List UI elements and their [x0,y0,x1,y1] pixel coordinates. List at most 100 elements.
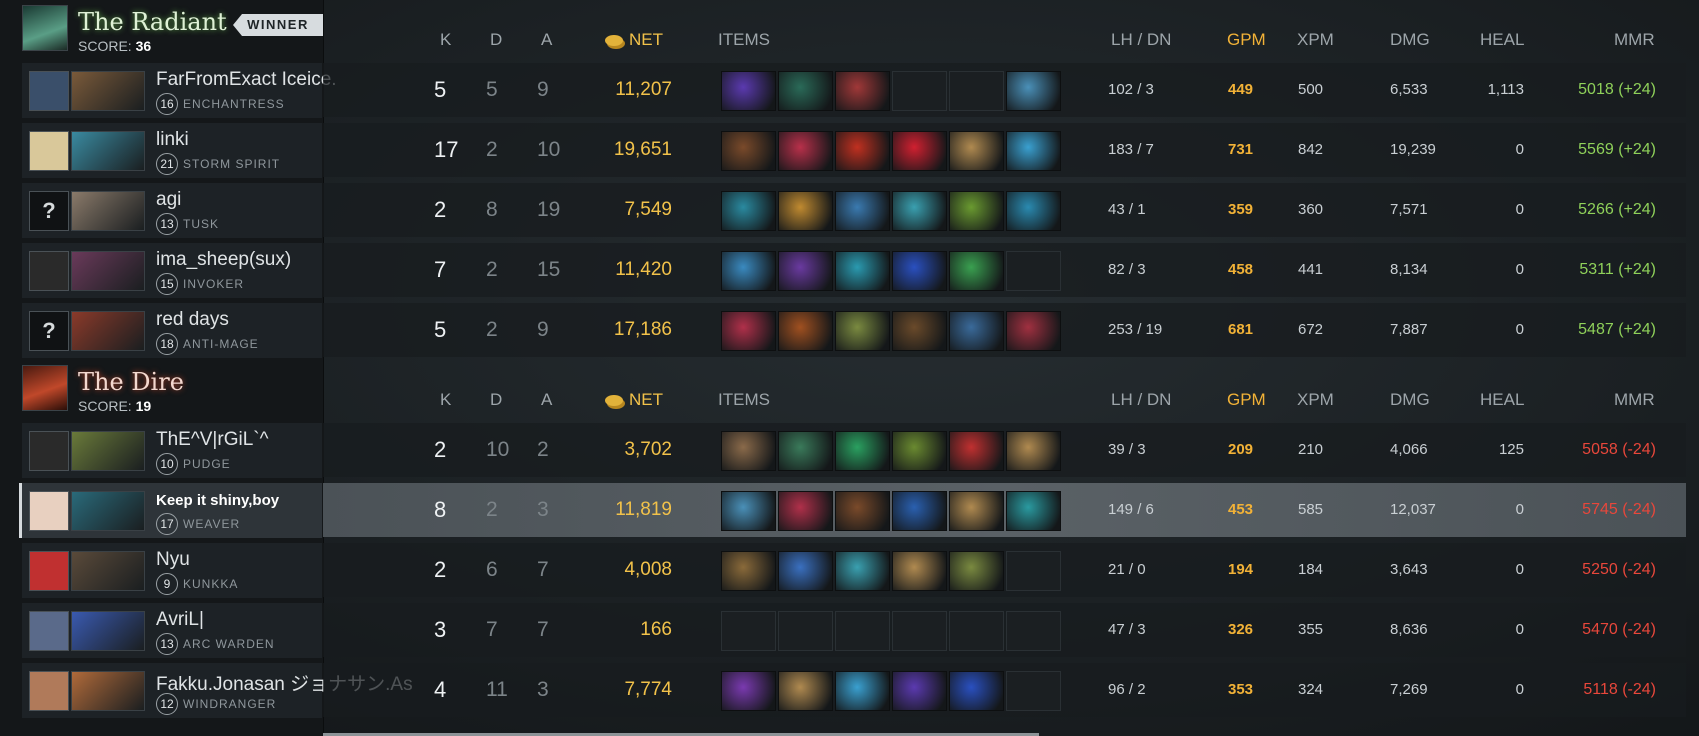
item-slot-icon[interactable] [778,431,833,471]
column-header-k: K [440,30,452,49]
column-header-net: NET [605,390,663,410]
item-slot-icon[interactable] [1006,71,1061,111]
item-slot-icon[interactable] [1006,311,1061,351]
item-slot-icon[interactable] [778,671,833,711]
player-stats-row[interactable]: 2 6 7 4,008 21 / 0 194 184 3,643 0 5250 (-24) [323,543,1686,597]
item-slot-icon[interactable] [835,71,890,111]
item-slot-icon[interactable] [949,431,1004,471]
item-slot-icon[interactable] [835,491,890,531]
item-slot-icon[interactable] [1006,131,1061,171]
item-slot-icon[interactable] [1006,491,1061,531]
column-header-a: A [541,30,553,49]
item-slot-icon[interactable] [949,251,1004,291]
item-slot-icon[interactable] [892,671,947,711]
item-slot-icon[interactable] [778,71,833,111]
denies: 3 [1137,441,1146,458]
xpm: 672 [1298,321,1324,338]
item-slot-icon[interactable] [721,491,776,531]
item-slot-icon[interactable] [892,131,947,171]
item-slot-icon[interactable] [949,551,1004,591]
player-card[interactable]: ima_sheep(sux) 15 INVOKER [22,243,322,298]
item-slot-icon[interactable] [892,311,947,351]
player-stats-row[interactable]: 2 8 19 7,549 43 / 1 359 360 7,571 0 5266 (+24) [323,183,1686,237]
item-slot-icon[interactable] [835,191,890,231]
item-slot-icon[interactable] [892,251,947,291]
player-stats-row[interactable]: 5 5 9 11,207 102 / 3 449 500 6,533 1,113 5018 (+2… [323,63,1686,117]
player-card[interactable]: FarFromExact Iceice. 16 ENCHANTRESS [22,63,337,118]
item-slot-icon[interactable] [835,551,890,591]
player-stats-row[interactable]: 2 10 2 3,702 39 / 3 209 210 4,066 125 5058 (-24) [323,423,1686,477]
player-card[interactable]: ? red days 18 ANTI-MAGE [22,303,322,358]
empty-item-slot [1006,671,1061,711]
item-slot-icon[interactable] [892,551,947,591]
last-hits-denies: 39 / 3 [1108,441,1146,458]
player-card[interactable]: Keep it shiny,boy 17 WEAVER [19,483,322,538]
item-slot-icon[interactable] [949,671,1004,711]
column-header-gpm: GPM [1227,390,1266,409]
net-worth: 11,207 [615,79,672,100]
item-slot-icon[interactable] [949,311,1004,351]
gpm: 326 [1228,621,1254,638]
player-card[interactable]: Fakku.Jonasan ジョナサン.As 12 WINDRANGER [22,663,413,718]
item-slot-icon[interactable] [1006,191,1061,231]
mmr-change: 5266 (+24) [1578,201,1656,218]
player-stats-row[interactable]: 17 2 10 19,651 183 / 7 731 842 19,239 0 5569 (+24… [323,123,1686,177]
hero-level: 21 [156,153,178,175]
hero-name: PUDGE [183,457,231,471]
item-slot-icon[interactable] [949,131,1004,171]
item-slot-icon[interactable] [778,191,833,231]
hero-name: KUNKKA [183,577,239,591]
item-slot-icon[interactable] [835,131,890,171]
item-slot-icon[interactable] [721,311,776,351]
item-slot-icon[interactable] [721,251,776,291]
hero-name: INVOKER [183,277,245,291]
item-slot-icon[interactable] [721,191,776,231]
healing: 0 [1515,681,1524,698]
item-slot-icon[interactable] [835,311,890,351]
player-card[interactable]: AvriL| 13 ARC WARDEN [22,603,322,658]
player-card[interactable]: linki 21 STORM SPIRIT [22,123,322,178]
player-stats-row[interactable]: 7 2 15 11,420 82 / 3 458 441 8,134 0 5311 (+24) [323,243,1686,297]
player-stats-row[interactable]: 3 7 7 166 47 / 3 326 355 8,636 0 5470 (-24) [323,603,1686,657]
item-slot-icon[interactable] [778,311,833,351]
player-stats-row[interactable]: 5 2 9 17,186 253 / 19 681 672 7,887 0 5487 (+24) [323,303,1686,357]
item-slot-icon[interactable] [835,251,890,291]
avatar [29,71,69,111]
last-hits-denies: 96 / 2 [1108,681,1146,698]
item-slot-icon[interactable] [721,71,776,111]
empty-item-slot [1006,611,1061,651]
item-slot-icon[interactable] [949,491,1004,531]
player-card[interactable]: ? agi 13 TUSK [22,183,322,238]
assists: 3 [537,498,549,521]
item-slot-icon[interactable] [892,191,947,231]
denies: 1 [1137,201,1146,218]
item-slot-icon[interactable] [778,131,833,171]
item-slot-icon[interactable] [835,671,890,711]
column-header-dmg: DMG [1390,30,1430,49]
item-slot-icon[interactable] [892,491,947,531]
item-slot-icon[interactable] [778,251,833,291]
player-card[interactable]: ThE^V|rGiL`^ 10 PUDGE [22,423,322,478]
item-slot-icon[interactable] [892,431,947,471]
item-slot-icon[interactable] [721,431,776,471]
net-label: NET [629,390,663,409]
mmr-change: 5018 (+24) [1578,81,1656,98]
player-stats-row[interactable]: 8 2 3 11,819 149 / 6 453 585 12,037 0 5745 (-24) [323,483,1686,537]
kills: 5 [434,77,447,102]
empty-item-slot [949,611,1004,651]
player-stats-row[interactable]: 4 11 3 7,774 96 / 2 353 324 7,269 0 5118 (-24) [323,663,1686,717]
item-slot-icon[interactable] [1006,431,1061,471]
item-slot-icon[interactable] [778,491,833,531]
gpm: 453 [1228,501,1254,518]
score-value: 36 [135,38,152,54]
item-slot-icon[interactable] [778,551,833,591]
healing: 0 [1515,621,1524,638]
item-slot-icon[interactable] [949,191,1004,231]
deaths: 11 [486,678,508,701]
item-slot-icon[interactable] [835,431,890,471]
item-slot-icon[interactable] [721,551,776,591]
item-slot-icon[interactable] [721,131,776,171]
item-slot-icon[interactable] [721,671,776,711]
hero-portrait [71,71,145,111]
player-card[interactable]: Nyu 9 KUNKKA [22,543,322,598]
